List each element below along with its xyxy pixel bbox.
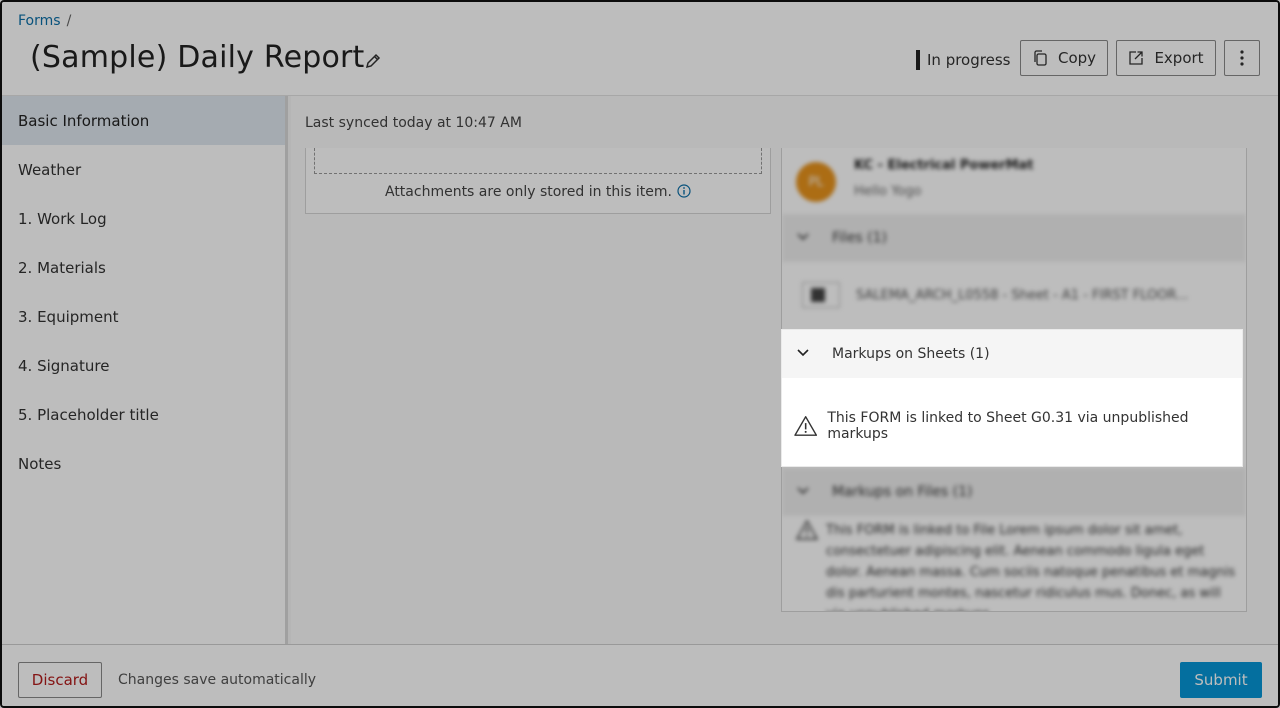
autosave-text: Changes save automatically — [118, 672, 317, 688]
export-button-label: Export — [1154, 49, 1204, 67]
sidebar-item-basic-information[interactable]: Basic Information — [2, 96, 285, 145]
copy-button[interactable]: Copy — [1020, 40, 1108, 76]
markups-on-files-message: This FORM is linked to File Lorem ipsum … — [796, 520, 1236, 611]
markups-on-sheets-spotlight: Markups on Sheets (1) This FORM is linke… — [782, 330, 1242, 466]
pencil-icon[interactable] — [362, 50, 384, 72]
sidebar-item-equipment[interactable]: 3. Equipment — [2, 292, 285, 341]
sidebar-item-weather[interactable]: Weather — [2, 145, 285, 194]
assignee-company: Hello Yogo — [854, 184, 922, 199]
vertical-ellipsis-icon — [1240, 50, 1244, 66]
section-sidebar: Basic Information Weather 1. Work Log 2.… — [2, 96, 288, 644]
export-button[interactable]: Export — [1116, 40, 1216, 76]
sidebar-item-placeholder-title[interactable]: 5. Placeholder title — [2, 390, 285, 439]
files-section-title: Files (1) — [832, 230, 888, 246]
markups-on-files-header[interactable]: Markups on Files (1) — [782, 468, 1246, 516]
assignee-row: PL KC - Electrical PowerMat Hello Yogo — [782, 148, 1246, 214]
copy-icon — [1034, 50, 1047, 66]
markups-on-sheets-text: This FORM is linked to Sheet G0.31 via u… — [827, 410, 1189, 442]
warning-icon — [794, 416, 818, 436]
sidebar-item-work-log[interactable]: 1. Work Log — [2, 194, 285, 243]
file-item[interactable]: SALEMA_ARCH_L0558 - Sheet - A1 - FIRST F… — [782, 262, 1246, 328]
status-indicator: In progress — [916, 50, 1010, 70]
warning-icon — [796, 520, 818, 540]
sidebar-item-signature[interactable]: 4. Signature — [2, 341, 285, 390]
form-footer: Discard Changes save automatically Submi… — [2, 644, 1278, 706]
export-icon — [1129, 51, 1144, 65]
assignee-name: KC - Electrical PowerMat — [854, 158, 1034, 173]
chevron-down-icon — [797, 487, 809, 495]
more-options-button[interactable] — [1224, 40, 1260, 76]
attachments-note: Attachments are only stored in this item… — [306, 184, 770, 202]
status-bar-icon — [916, 50, 920, 70]
file-thumbnail-icon — [802, 282, 840, 308]
files-section-header[interactable]: Files (1) — [782, 214, 1246, 262]
last-synced-text: Last synced today at 10:47 AM — [305, 115, 522, 131]
sidebar-item-notes[interactable]: Notes — [2, 439, 285, 488]
markups-on-sheets-header[interactable]: Markups on Sheets (1) — [782, 330, 1242, 378]
avatar: PL — [796, 162, 836, 202]
file-name: SALEMA_ARCH_L0558 - Sheet - A1 - FIRST F… — [856, 287, 1189, 303]
page-title: (Sample) Daily Report — [30, 40, 365, 75]
markups-on-sheets-title: Markups on Sheets (1) — [832, 346, 990, 362]
page-header: Forms / (Sample) Daily Report In progress… — [2, 2, 1278, 96]
info-icon[interactable] — [677, 184, 691, 202]
discard-button[interactable]: Discard — [18, 662, 102, 698]
markups-on-sheets-message: This FORM is linked to Sheet G0.31 via u… — [794, 410, 1242, 442]
markups-on-files-title: Markups on Files (1) — [832, 484, 973, 500]
status-label: In progress — [927, 51, 1011, 69]
markups-on-files-text: This FORM is linked to File Lorem ipsum … — [826, 523, 1236, 611]
chevron-down-icon — [797, 233, 809, 241]
attachments-note-text: Attachments are only stored in this item… — [384, 184, 672, 200]
chevron-down-icon — [797, 349, 809, 357]
breadcrumb-forms-link[interactable]: Forms — [18, 13, 61, 29]
submit-button[interactable]: Submit — [1180, 662, 1262, 698]
attachment-dropzone[interactable] — [314, 148, 762, 174]
sidebar-item-materials[interactable]: 2. Materials — [2, 243, 285, 292]
attachments-card: Attachments are only stored in this item… — [305, 148, 771, 214]
copy-button-label: Copy — [1057, 49, 1097, 67]
breadcrumb: Forms / — [18, 13, 71, 29]
breadcrumb-separator: / — [66, 13, 72, 29]
